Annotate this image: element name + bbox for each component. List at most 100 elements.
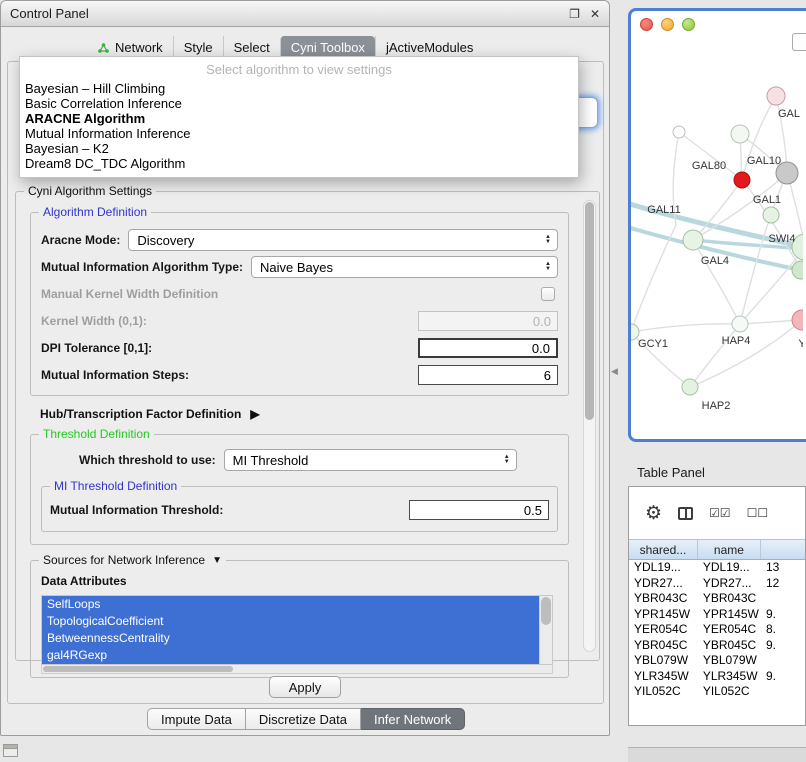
- table-row[interactable]: YIL052C YIL052C: [629, 684, 805, 700]
- apply-button[interactable]: Apply: [269, 676, 341, 698]
- cell[interactable]: YLR345W: [629, 669, 698, 685]
- cell[interactable]: YBR043C: [698, 591, 761, 607]
- column-header-shared[interactable]: shared...: [629, 540, 698, 559]
- list-item-selfloops[interactable]: SelfLoops: [42, 596, 539, 613]
- bottom-tabs: Impute Data Discretize Data Infer Networ…: [147, 708, 465, 730]
- cell[interactable]: YPR145W: [698, 607, 761, 623]
- cell[interactable]: YER054C: [629, 622, 698, 638]
- table-row[interactable]: YBR045C YBR045C 9.: [629, 638, 805, 654]
- dropdown-item-dream8[interactable]: Dream8 DC_TDC Algorithm: [20, 156, 578, 171]
- tab-label: Select: [234, 40, 270, 55]
- network-node[interactable]: [763, 207, 779, 223]
- table-row[interactable]: YDL19... YDL19... 13: [629, 560, 805, 576]
- hub-transcription-factor-section[interactable]: Hub/Transcription Factor Definition ▶: [40, 407, 569, 421]
- cell[interactable]: 12: [761, 576, 805, 592]
- scrollbar-thumb[interactable]: [541, 597, 551, 625]
- minimize-traffic-light[interactable]: [661, 18, 674, 31]
- cell[interactable]: YDL19...: [698, 560, 761, 576]
- algorithm-definition-group: Algorithm Definition Aracne Mode: Discov…: [30, 212, 569, 396]
- table-row[interactable]: YER054C YER054C 8.: [629, 622, 805, 638]
- cell[interactable]: YPR145W: [629, 607, 698, 623]
- settings-scrollbar[interactable]: [583, 200, 596, 652]
- table-row[interactable]: YBL079W YBL079W: [629, 653, 805, 669]
- columns-icon[interactable]: [678, 507, 693, 520]
- close-icon[interactable]: ✕: [590, 7, 600, 21]
- cell[interactable]: YBR045C: [629, 638, 698, 654]
- dropdown-item-bayesian-hill[interactable]: Bayesian – Hill Climbing: [20, 81, 578, 96]
- splitter-collapse-icon[interactable]: ◀: [611, 366, 618, 377]
- cell[interactable]: YIL052C: [698, 684, 761, 700]
- mi-steps-field[interactable]: 6: [418, 365, 558, 385]
- node-label: GAL1: [753, 194, 781, 206]
- cell[interactable]: YBL079W: [698, 653, 761, 669]
- titlebar[interactable]: Control Panel ❐ ✕: [1, 1, 609, 27]
- network-node[interactable]: [732, 316, 748, 332]
- cell[interactable]: YLR345W: [698, 669, 761, 685]
- collapse-right-icon[interactable]: ▶: [250, 407, 259, 421]
- network-node[interactable]: [682, 379, 698, 395]
- window-title: Control Panel: [10, 6, 89, 21]
- collapse-down-icon[interactable]: ▼: [212, 555, 222, 566]
- group-title: Sources for Network Inference ▼: [39, 553, 226, 567]
- network-node[interactable]: [673, 126, 685, 138]
- scrollbar-thumb[interactable]: [43, 666, 233, 672]
- dropdown-item-bayesian-k2[interactable]: Bayesian – K2: [20, 141, 578, 156]
- cell[interactable]: 13: [761, 560, 805, 576]
- which-threshold-combobox[interactable]: MI Threshold ▲▼: [224, 449, 517, 471]
- cell[interactable]: YIL052C: [629, 684, 698, 700]
- list-item-betweennesscentrality[interactable]: BetweennessCentrality: [42, 630, 539, 647]
- gear-icon[interactable]: ⚙: [645, 504, 662, 523]
- cell[interactable]: YDL19...: [629, 560, 698, 576]
- table-row[interactable]: YDR27... YDR27... 12: [629, 576, 805, 592]
- dropdown-item-basic-correlation[interactable]: Basic Correlation Inference: [20, 96, 578, 111]
- column-header-3[interactable]: [761, 540, 805, 559]
- cell[interactable]: [761, 591, 805, 607]
- network-node[interactable]: [683, 230, 703, 250]
- table-row[interactable]: YBR043C YBR043C: [629, 591, 805, 607]
- network-node[interactable]: [734, 172, 750, 188]
- cell[interactable]: 9.: [761, 669, 805, 685]
- cell[interactable]: YDR27...: [698, 576, 761, 592]
- mi-type-combobox[interactable]: Naive Bayes ▲▼: [251, 256, 558, 278]
- float-window-icon[interactable]: ❐: [569, 7, 580, 21]
- mi-type-row: Mutual Information Algorithm Type: Naive…: [41, 256, 558, 278]
- dock-panel-icon[interactable]: [3, 744, 18, 757]
- tab-discretize-data[interactable]: Discretize Data: [246, 708, 361, 730]
- list-vertical-scrollbar[interactable]: [539, 596, 552, 664]
- list-horizontal-scrollbar[interactable]: [41, 665, 553, 674]
- aracne-mode-combobox[interactable]: Discovery ▲▼: [128, 229, 558, 251]
- network-node[interactable]: [767, 87, 785, 105]
- cell[interactable]: YDR27...: [629, 576, 698, 592]
- cell[interactable]: [761, 653, 805, 669]
- mi-threshold-field[interactable]: 0.5: [409, 500, 549, 520]
- network-node[interactable]: [792, 261, 803, 279]
- dropdown-item-mutual-information[interactable]: Mutual Information Inference: [20, 126, 578, 141]
- close-traffic-light[interactable]: [640, 18, 653, 31]
- table-body: YDL19... YDL19... 13 YDR27... YDR27... 1…: [629, 560, 805, 700]
- tab-impute-data[interactable]: Impute Data: [147, 708, 246, 730]
- cell[interactable]: 9.: [761, 638, 805, 654]
- cell[interactable]: YER054C: [698, 622, 761, 638]
- dropdown-item-aracne[interactable]: ARACNE Algorithm: [20, 111, 578, 126]
- table-row[interactable]: YLR345W YLR345W 9.: [629, 669, 805, 685]
- network-node[interactable]: [731, 125, 749, 143]
- cell[interactable]: YBR043C: [629, 591, 698, 607]
- mi-steps-label: Mutual Information Steps:: [41, 368, 189, 382]
- cell[interactable]: 9.: [761, 607, 805, 623]
- tab-infer-network[interactable]: Infer Network: [361, 708, 465, 730]
- hub-section-label: Hub/Transcription Factor Definition: [40, 407, 241, 421]
- list-item-gal4rgexp[interactable]: gal4RGexp: [42, 647, 539, 664]
- select-all-icon[interactable]: ☑☑: [709, 506, 731, 520]
- cell[interactable]: YBR045C: [698, 638, 761, 654]
- cell[interactable]: [761, 684, 805, 700]
- table-row[interactable]: YPR145W YPR145W 9.: [629, 607, 805, 623]
- dpi-tolerance-field[interactable]: 0.0: [418, 338, 558, 358]
- deselect-all-icon[interactable]: ☐☐: [747, 506, 769, 520]
- scrollbar-thumb[interactable]: [585, 202, 594, 420]
- list-item-topologicalcoefficient[interactable]: TopologicalCoefficient: [42, 613, 539, 630]
- network-canvas[interactable]: GAL GAL80 GAL10 GAL11 GAL1 SWI4 GAL4 GCY…: [631, 37, 803, 437]
- cell[interactable]: YBL079W: [629, 653, 698, 669]
- zoom-traffic-light[interactable]: [682, 18, 695, 31]
- cell[interactable]: 8.: [761, 622, 805, 638]
- column-header-name[interactable]: name: [698, 540, 761, 559]
